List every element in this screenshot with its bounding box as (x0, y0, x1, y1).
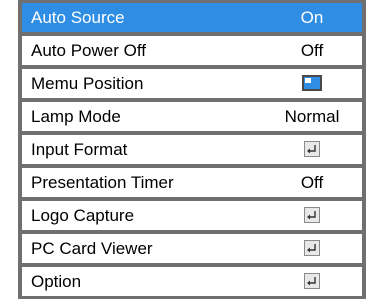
menu-item-label: Memu Position (31, 74, 144, 93)
menu-item-logo-capture[interactable]: Logo Capture (22, 201, 362, 230)
menu-item-auto-source[interactable]: Auto Source On (22, 3, 362, 32)
menu-item-input-format[interactable]: Input Format (22, 135, 362, 164)
menu-item-auto-power-off[interactable]: Auto Power Off Off (22, 36, 362, 65)
menu-item-lamp-mode[interactable]: Lamp Mode Normal (22, 102, 362, 131)
enter-icon (304, 207, 320, 223)
menu-item-label: Logo Capture (31, 206, 135, 225)
menu-item-pc-card-viewer[interactable]: PC Card Viewer (22, 234, 362, 263)
menu-item-label: Input Format (31, 140, 128, 159)
enter-icon (304, 141, 320, 157)
menu-item-label: Auto Source (31, 8, 125, 27)
menu-item-label: Option (31, 272, 82, 291)
menu-item-label: PC Card Viewer (31, 239, 153, 258)
menu-item-value: Off (300, 173, 324, 192)
menu-item-option[interactable]: Option (22, 267, 362, 296)
enter-icon (304, 240, 320, 256)
menu-position-icon (302, 75, 322, 91)
menu-item-value: On (300, 8, 324, 27)
menu-item-value: Off (300, 41, 324, 60)
menu-item-menu-position[interactable]: Memu Position (22, 69, 362, 98)
enter-icon (304, 273, 320, 289)
settings-menu: Auto Source On Auto Power Off Off Memu P… (18, 0, 366, 299)
menu-item-label: Lamp Mode (31, 107, 121, 126)
menu-item-value: Normal (284, 107, 340, 126)
menu-item-presentation-timer[interactable]: Presentation Timer Off (22, 168, 362, 197)
menu-item-label: Presentation Timer (31, 173, 174, 192)
menu-item-label: Auto Power Off (31, 41, 146, 60)
